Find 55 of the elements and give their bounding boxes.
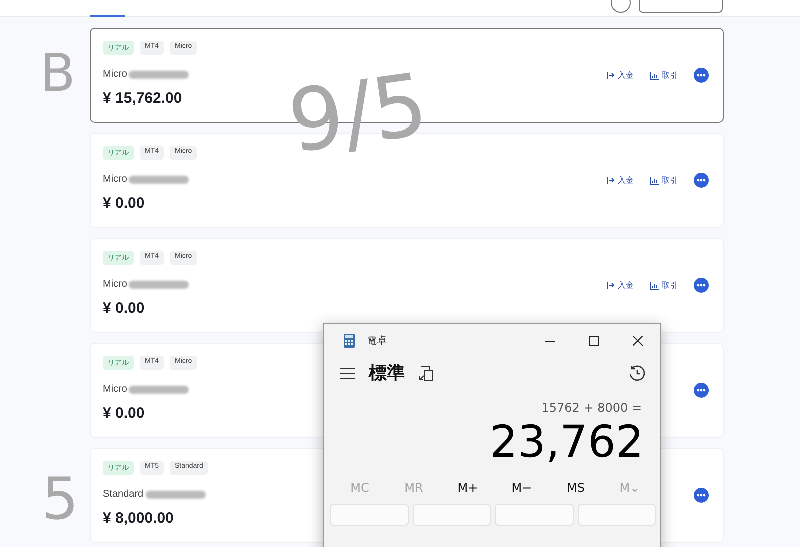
deposit-button[interactable]: 入金 xyxy=(607,175,634,186)
history-icon[interactable] xyxy=(629,364,646,382)
menu-icon[interactable] xyxy=(340,368,355,378)
more-button[interactable] xyxy=(694,278,709,293)
redaction-mark xyxy=(129,176,190,184)
tab-indicator xyxy=(90,15,125,17)
calculator-icon xyxy=(344,334,355,348)
trade-button[interactable]: 取引 xyxy=(650,175,678,186)
account-balance: ¥ 0.00 xyxy=(103,405,145,422)
memory-button[interactable]: MS xyxy=(558,481,594,496)
deposit-button[interactable]: 入金 xyxy=(607,280,634,291)
more-button[interactable] xyxy=(694,68,709,83)
more-button[interactable] xyxy=(694,383,709,398)
more-button[interactable] xyxy=(694,488,709,503)
maximize-icon xyxy=(589,336,599,346)
minimize-icon xyxy=(545,340,555,342)
mode-title: 標準 xyxy=(369,362,405,385)
redaction-mark xyxy=(129,280,190,288)
deposit-button[interactable]: 入金 xyxy=(607,70,634,81)
account-name: Micro xyxy=(103,384,128,395)
account-balance: ¥ 8,000.00 xyxy=(103,510,174,527)
window-title: 電卓 xyxy=(367,334,387,348)
account-name: Standard xyxy=(103,489,144,500)
more-icon xyxy=(697,494,706,497)
close-icon xyxy=(633,336,643,346)
handwritten-note-overlay: B xyxy=(40,48,76,100)
more-icon xyxy=(697,74,706,77)
keep-on-top-icon[interactable] xyxy=(419,366,435,380)
chart-icon xyxy=(650,282,659,290)
account-name: Micro xyxy=(103,69,128,80)
expression-text: 15762 + 8000 = xyxy=(540,400,643,415)
memory-button[interactable]: M− xyxy=(504,481,540,496)
account-balance: ¥ 15,762.00 xyxy=(103,90,182,107)
handwritten-note-overlay: 5 xyxy=(42,470,79,528)
outlined-button[interactable] xyxy=(639,0,723,13)
memory-button[interactable]: M+ xyxy=(450,481,486,496)
arrow-into-bar-icon xyxy=(607,72,615,79)
arrow-into-bar-icon xyxy=(607,177,615,184)
arrow-into-bar-icon xyxy=(607,282,615,289)
result-display: 23,762 xyxy=(489,416,645,468)
account-name: Micro xyxy=(103,279,128,290)
more-button[interactable] xyxy=(694,173,709,188)
trade-button[interactable]: 取引 xyxy=(650,280,678,291)
trade-button[interactable]: 取引 xyxy=(650,70,678,81)
more-icon xyxy=(697,284,706,287)
chart-icon xyxy=(650,176,659,184)
chart-icon xyxy=(650,72,659,80)
redaction-mark xyxy=(146,490,206,498)
account-balance: ¥ 0.00 xyxy=(103,195,145,212)
account-balance: ¥ 0.00 xyxy=(103,300,145,317)
more-icon xyxy=(697,179,706,182)
account-name: Micro xyxy=(103,174,128,185)
redaction-mark xyxy=(129,386,190,394)
redaction-mark xyxy=(129,70,190,78)
more-icon xyxy=(697,389,706,392)
